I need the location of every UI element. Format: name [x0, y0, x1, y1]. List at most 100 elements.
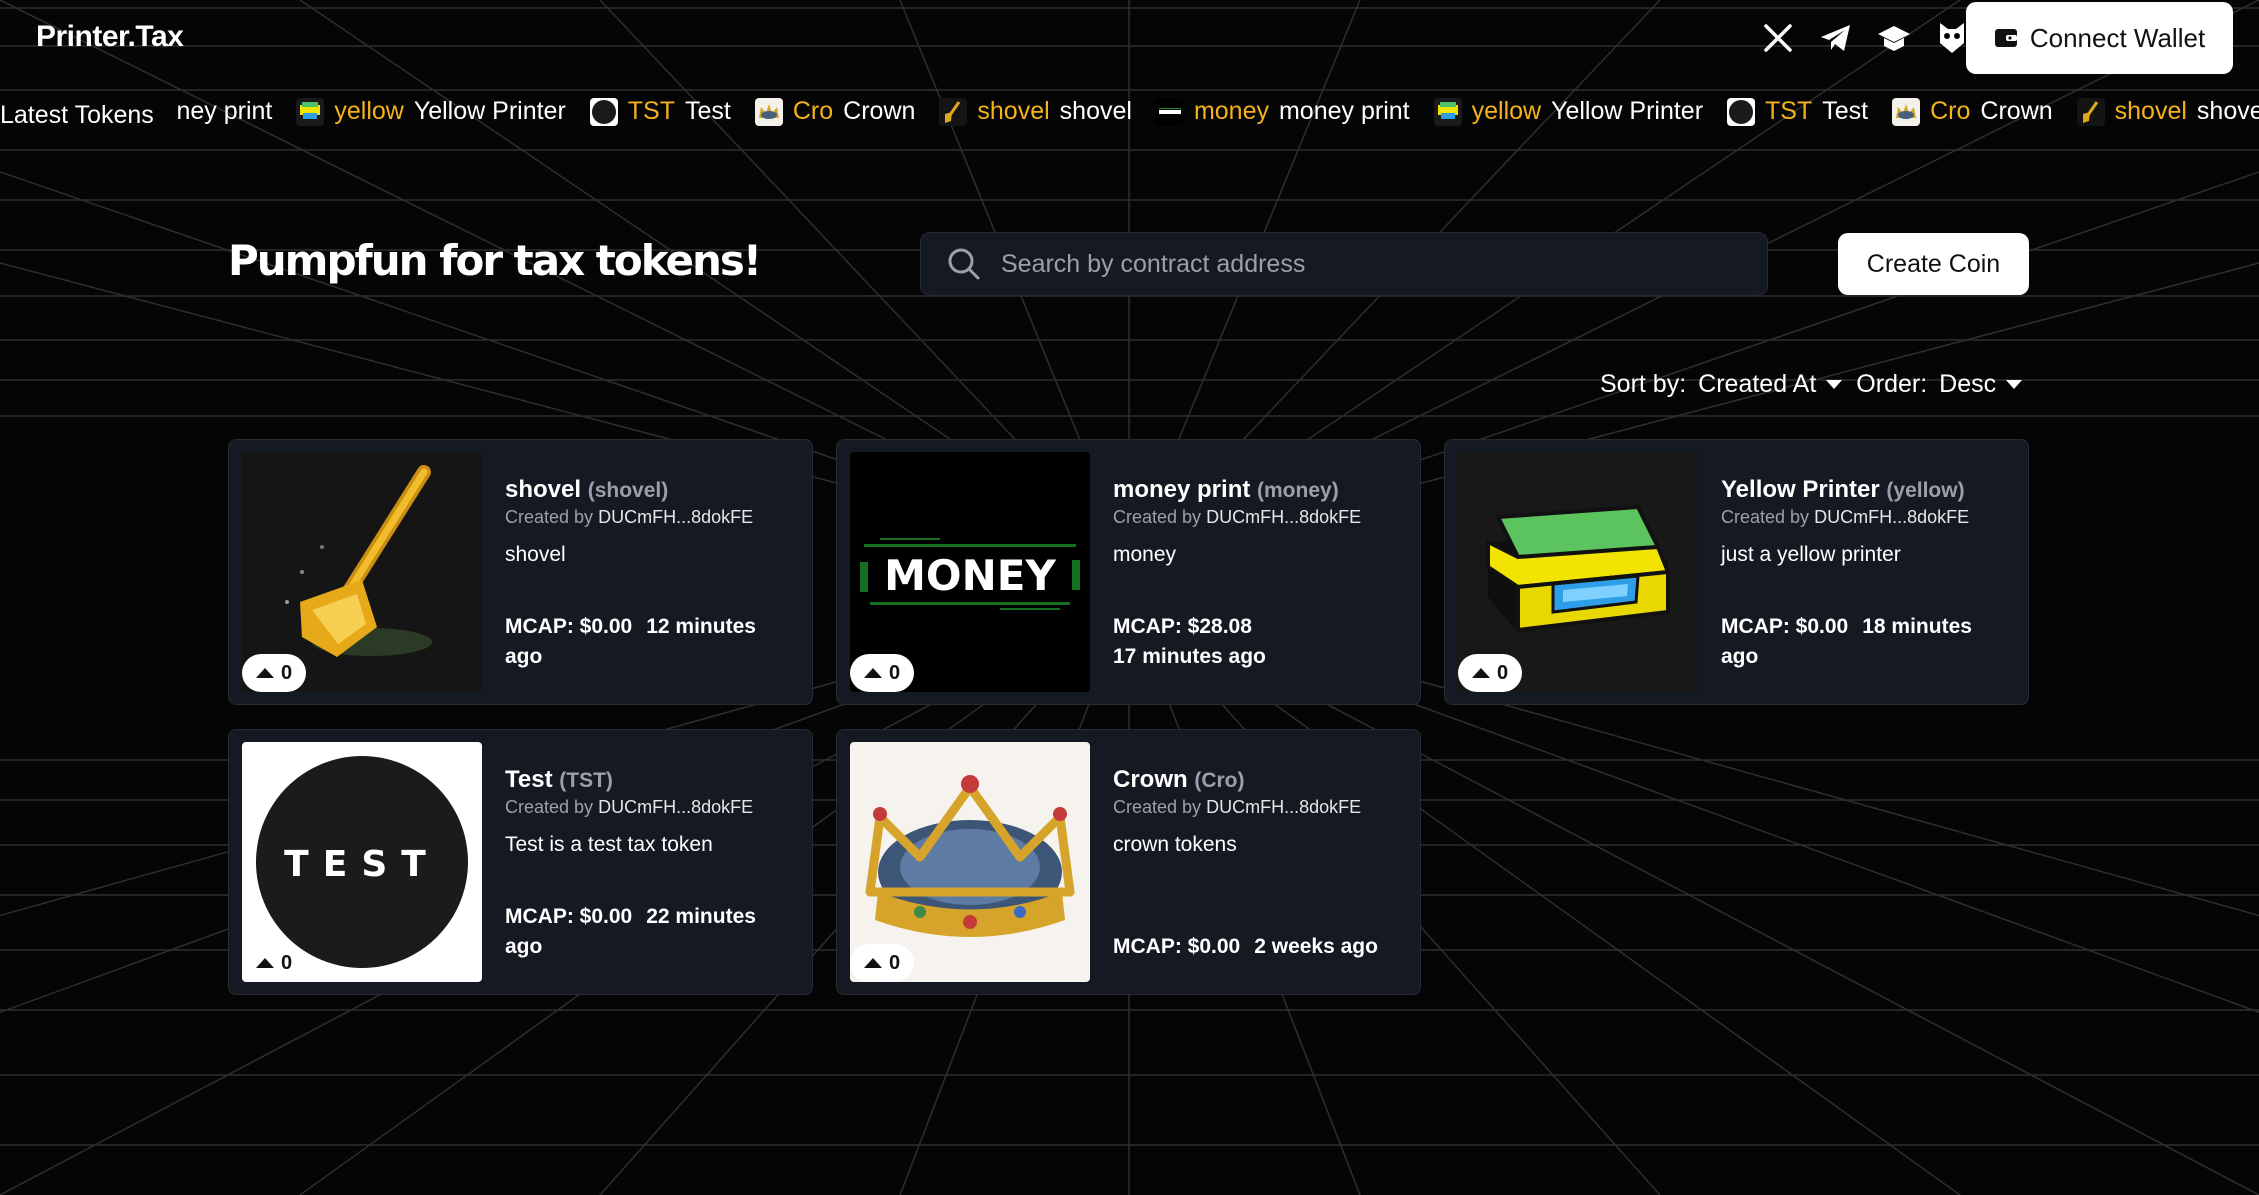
money-image-text: MONEY: [884, 551, 1056, 600]
connect-wallet-button[interactable]: Connect Wallet: [1966, 2, 2233, 74]
shovel-thumbnail-icon: [939, 97, 968, 126]
token-card[interactable]: 0 Yellow Printer (yellow) Created by DUC…: [1444, 439, 2029, 705]
upvote-button[interactable]: 0: [850, 654, 914, 692]
token-description: crown tokens: [1113, 833, 1237, 856]
ticker-item[interactable]: Cro Crown: [1892, 97, 2053, 126]
telegram-icon[interactable]: [1816, 18, 1856, 58]
ticker-item[interactable]: money money print: [1155, 97, 1410, 126]
market-cap: MCAP: $0.00: [505, 905, 633, 928]
token-name: Crown: [1113, 766, 1188, 793]
x-icon[interactable]: [1758, 18, 1798, 58]
search-icon: [948, 248, 980, 280]
token-creator: Created by DUCmFH...8dokFE: [505, 507, 753, 528]
ticker-item[interactable]: TST Test: [589, 97, 731, 126]
ticker-item-name: shovel: [2196, 97, 2259, 125]
ticker-item[interactable]: Cro Crown: [754, 97, 916, 126]
sort-by-dropdown[interactable]: Created At: [1698, 370, 1843, 399]
token-stats: MCAP: $0.00 18 minutes ago: [1721, 612, 2021, 672]
token-description: shovel: [505, 543, 566, 566]
vote-count: 0: [1496, 661, 1509, 684]
token-stats: MCAP: $0.00 12 minutes ago: [505, 612, 805, 672]
ticker-item-name: Crown: [1980, 97, 2053, 125]
upvote-button[interactable]: 0: [850, 944, 914, 982]
ticker-item-symbol: money: [1193, 97, 1269, 125]
ticker-item-name: shovel: [1059, 97, 1132, 125]
token-name: money print: [1113, 476, 1251, 503]
money-thumbnail-icon: [1155, 97, 1184, 126]
page-title: Pumpfun for tax tokens!: [228, 236, 762, 285]
printer-thumbnail-icon: [1433, 97, 1462, 126]
token-description: money: [1113, 543, 1177, 566]
vote-count: 0: [280, 951, 293, 974]
ticker-item-name: Crown: [843, 97, 916, 125]
social-links: [1758, 18, 1972, 58]
creator-address[interactable]: DUCmFH...8dokFE: [598, 507, 753, 527]
token-name: Test: [505, 766, 553, 793]
token-card[interactable]: 0 shovel (shovel) Created by DUCmFH...8d…: [228, 439, 813, 705]
token-symbol: (yellow): [1886, 479, 1965, 502]
ticker-item-symbol: Cro: [1930, 97, 1971, 125]
upvote-arrow-icon: [863, 668, 882, 678]
ticker-item[interactable]: shovel shovel: [939, 97, 1132, 126]
token-name: shovel: [505, 476, 582, 503]
sort-controls: Sort by: Created At Order: Desc: [1600, 370, 2036, 399]
token-card[interactable]: MONEY 0 money print (money) Created by D…: [836, 439, 1421, 705]
ticker-item[interactable]: shovel shovel: [2076, 97, 2259, 126]
created-by-label: Created by: [1721, 507, 1810, 527]
docs-icon[interactable]: [1874, 18, 1914, 58]
ticker-item-name: Test: [1822, 97, 1869, 125]
ticker-item-symbol: yellow: [334, 97, 404, 125]
ticker-item-name: money print: [1278, 97, 1410, 125]
upvote-button[interactable]: 0: [1458, 654, 1522, 692]
upvote-button[interactable]: 0: [242, 944, 306, 982]
ticker-item[interactable]: TST Test: [1727, 97, 1868, 126]
ticker-item[interactable]: yellow Yellow Printer: [1433, 97, 1703, 126]
vote-count: 0: [888, 951, 901, 974]
upvote-button[interactable]: 0: [242, 654, 306, 692]
upvote-arrow-icon: [255, 668, 274, 678]
order-value: Desc: [1939, 370, 1997, 398]
create-coin-button[interactable]: Create Coin: [1838, 233, 2029, 295]
search-input[interactable]: [1001, 249, 1741, 279]
token-description: just a yellow printer: [1721, 543, 1901, 566]
ticker-item[interactable]: yellow Yellow Printer: [296, 97, 566, 126]
shovel-thumbnail-icon: [2076, 97, 2105, 126]
creator-address[interactable]: DUCmFH...8dokFE: [1206, 507, 1361, 527]
token-symbol: (Cro): [1194, 769, 1245, 792]
upvote-arrow-icon: [863, 958, 882, 968]
order-dropdown[interactable]: Desc: [1939, 370, 2023, 399]
connect-wallet-label: Connect Wallet: [2029, 22, 2206, 53]
token-stats: MCAP: $0.00 2 weeks ago: [1113, 932, 1413, 962]
token-creator: Created by DUCmFH...8dokFE: [505, 797, 753, 818]
market-cap: MCAP: $0.00: [1113, 935, 1241, 958]
ticker-label: Latest Tokens: [0, 101, 176, 130]
market-cap: MCAP: $0.00: [1721, 615, 1849, 638]
token-stats: MCAP: $0.00 22 minutes ago: [505, 902, 805, 962]
vote-count: 0: [888, 661, 901, 684]
wallet-icon: [1994, 29, 2017, 47]
printer-thumbnail-icon: [296, 97, 325, 126]
created-by-label: Created by: [505, 797, 594, 817]
sort-by-label: Sort by:: [1600, 370, 1687, 398]
creator-address[interactable]: DUCmFH...8dokFE: [1814, 507, 1969, 527]
token-stats: MCAP: $28.08 17 minutes ago: [1113, 612, 1413, 672]
order-label: Order:: [1856, 370, 1928, 398]
created-by-label: Created by: [505, 507, 594, 527]
created-age: 17 minutes ago: [1113, 645, 1266, 668]
test-thumbnail-icon: [1727, 97, 1756, 126]
creator-address[interactable]: DUCmFH...8dokFE: [1206, 797, 1361, 817]
token-title: Test (TST): [505, 766, 613, 794]
token-creator: Created by DUCmFH...8dokFE: [1721, 507, 1969, 528]
creator-address[interactable]: DUCmFH...8dokFE: [598, 797, 753, 817]
upvote-arrow-icon: [1471, 668, 1490, 678]
brand-logo[interactable]: Printer.Tax: [36, 20, 184, 54]
created-by-label: Created by: [1113, 797, 1202, 817]
ticker-track: ioney print yellow Yellow Printer TST Te…: [157, 97, 2259, 126]
test-thumbnail-icon: [589, 97, 618, 126]
token-symbol: (money): [1257, 479, 1339, 502]
search-bar: [920, 232, 1768, 296]
upvote-arrow-icon: [255, 958, 274, 968]
test-image-text: TEST: [284, 844, 440, 885]
token-card[interactable]: TEST 0 Test (TST) Created by DUCmFH...8d…: [228, 729, 813, 995]
token-card[interactable]: 0 Crown (Cro) Created by DUCmFH...8dokFE…: [836, 729, 1421, 995]
